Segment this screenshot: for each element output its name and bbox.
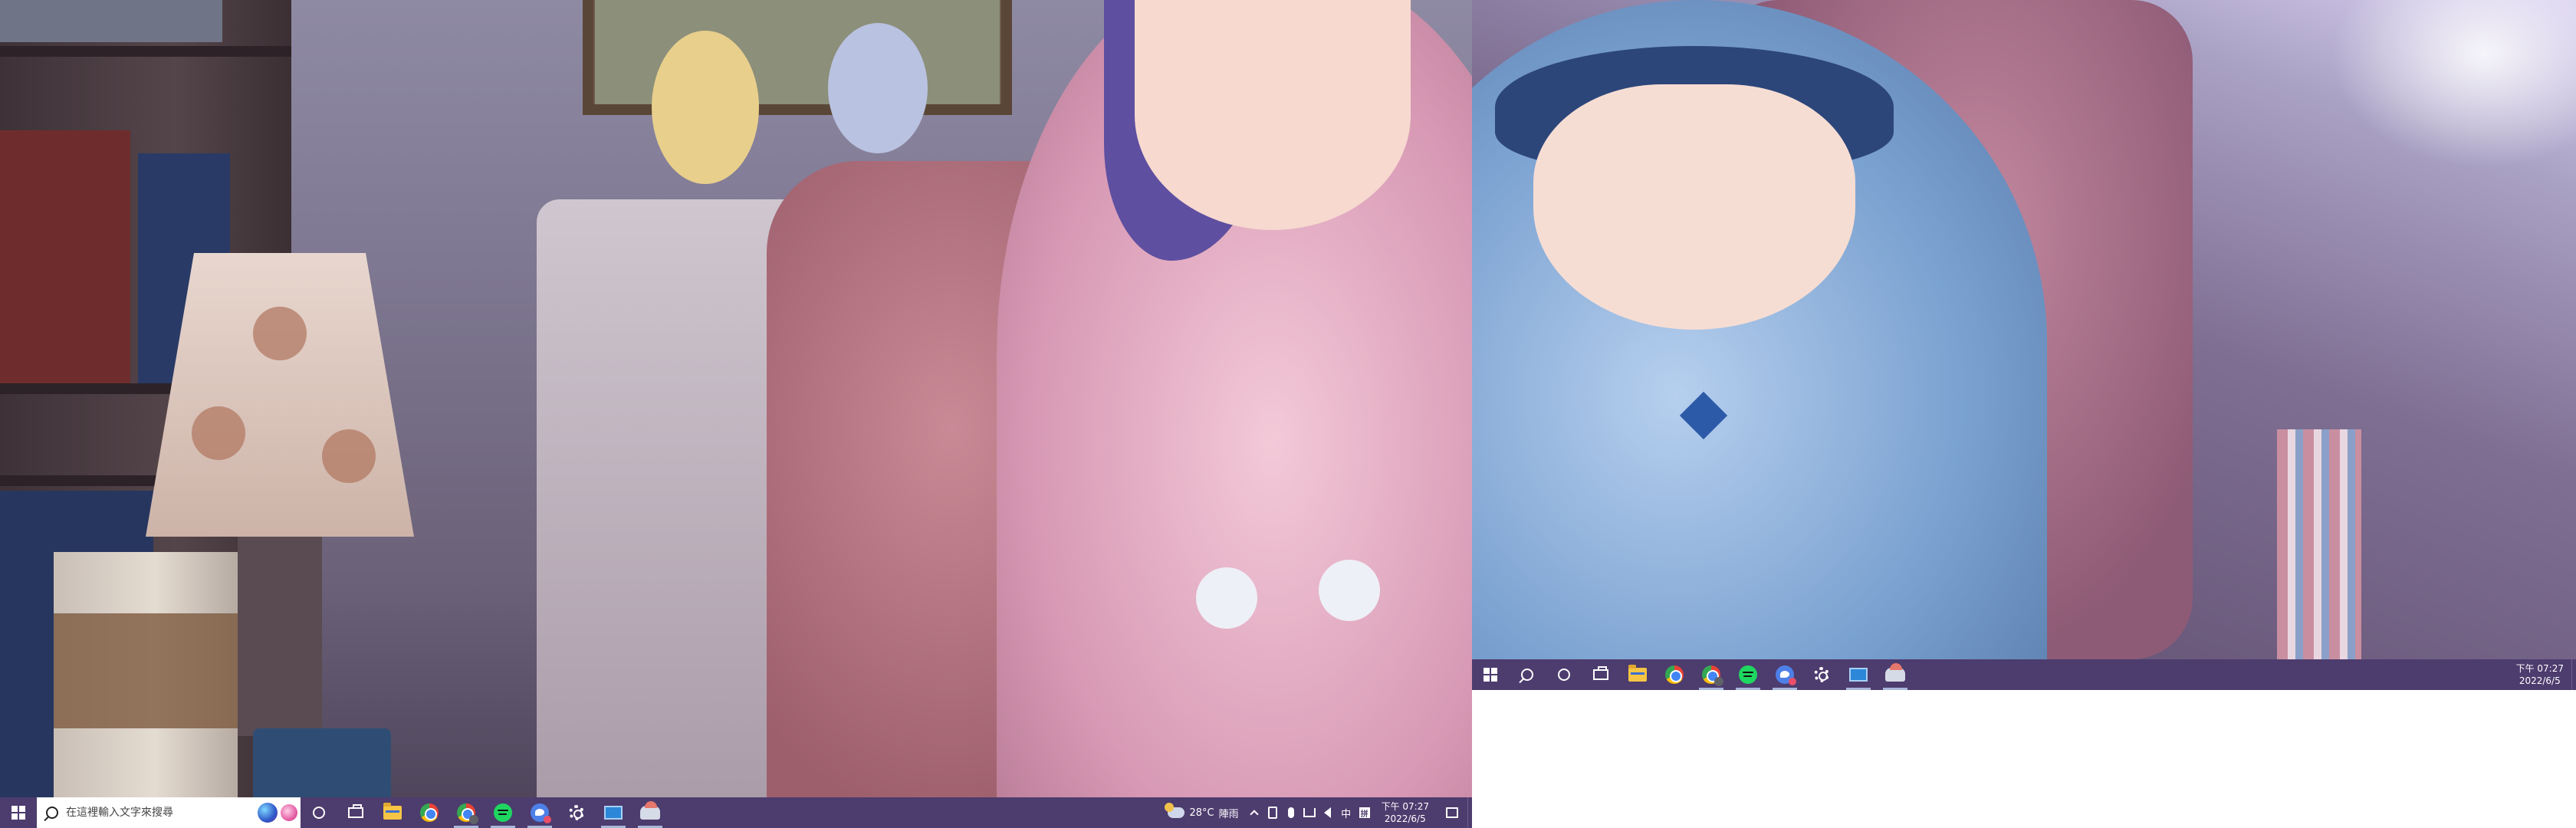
cortana-button[interactable] bbox=[301, 797, 337, 828]
search-highlight-badge-icon bbox=[281, 804, 297, 821]
start-button-secondary[interactable] bbox=[1472, 659, 1509, 690]
circle-icon bbox=[1558, 669, 1570, 681]
taskbar-app-chrome-profile[interactable] bbox=[448, 797, 485, 828]
wallpaper-left bbox=[0, 0, 1472, 828]
task-view-button[interactable] bbox=[337, 797, 374, 828]
spotify-icon bbox=[494, 803, 512, 822]
chrome-icon bbox=[420, 803, 439, 822]
speaker-icon bbox=[1324, 807, 1332, 818]
ime-language-label: 中 bbox=[1341, 808, 1352, 820]
taskbar-search[interactable] bbox=[37, 797, 301, 828]
snipping-tool-icon bbox=[1885, 663, 1905, 682]
taskbar-secondary: 下午 07:27 2022/6/5 bbox=[1472, 659, 2576, 690]
show-desktop-button[interactable] bbox=[1467, 797, 1472, 828]
taskbar-app-snipping-tool[interactable] bbox=[632, 797, 669, 828]
gear-icon bbox=[569, 805, 584, 820]
chrome-icon bbox=[1665, 665, 1684, 684]
search-button[interactable] bbox=[1509, 659, 1546, 690]
windows-logo-icon bbox=[12, 806, 25, 820]
clock-date: 2022/6/5 bbox=[1384, 813, 1426, 824]
taskbar-app-spotify[interactable] bbox=[1730, 659, 1766, 690]
chat-icon bbox=[531, 803, 551, 823]
cortana-button[interactable] bbox=[1546, 659, 1582, 690]
network-icon bbox=[1303, 808, 1316, 817]
system-tray: 28°C 陣雨 中 拼 下午 07:27 2022/6/5 bbox=[1162, 797, 1472, 828]
taskbar-primary: 28°C 陣雨 中 拼 下午 07:27 2022/6/5 bbox=[0, 797, 1472, 828]
taskbar-app-file-explorer[interactable] bbox=[374, 797, 411, 828]
tray-volume[interactable] bbox=[1319, 797, 1337, 828]
taskbar-app-chat[interactable] bbox=[1766, 659, 1803, 690]
weather-widget[interactable]: 28°C 陣雨 bbox=[1162, 797, 1244, 828]
tray-network[interactable] bbox=[1300, 797, 1319, 828]
taskbar-app-chrome-profile[interactable] bbox=[1693, 659, 1730, 690]
task-view-button[interactable] bbox=[1582, 659, 1619, 690]
folder-icon bbox=[383, 803, 402, 820]
tray-microphone[interactable] bbox=[1282, 797, 1300, 828]
taskbar-app-file-explorer[interactable] bbox=[1619, 659, 1656, 690]
taskbar-app-settings[interactable] bbox=[1803, 659, 1840, 690]
wallpaper-right bbox=[1472, 0, 2576, 659]
chat-icon bbox=[1776, 665, 1796, 685]
chrome-icon bbox=[457, 803, 478, 824]
taskbar-app-settings[interactable] bbox=[558, 797, 595, 828]
weather-temp: 28°C bbox=[1189, 807, 1214, 819]
gear-icon bbox=[1814, 667, 1829, 682]
battery-icon bbox=[1267, 807, 1277, 819]
show-hidden-icons-button[interactable] bbox=[1245, 797, 1263, 828]
microphone-icon bbox=[1287, 807, 1294, 818]
action-center-button[interactable] bbox=[1437, 797, 1467, 828]
circle-icon bbox=[313, 807, 325, 819]
tray-battery[interactable] bbox=[1263, 797, 1282, 828]
search-icon bbox=[46, 807, 58, 819]
snipping-tool-icon bbox=[640, 801, 660, 820]
search-icon bbox=[1521, 669, 1533, 681]
weather-rain-icon bbox=[1165, 803, 1185, 818]
weather-condition: 陣雨 bbox=[1218, 808, 1239, 820]
taskbar-clock[interactable]: 下午 07:27 2022/6/5 bbox=[1374, 797, 1437, 828]
taskbar-app-chrome[interactable] bbox=[411, 797, 448, 828]
clock-time: 下午 07:27 bbox=[2515, 663, 2564, 674]
taskbar-app-remote-desktop[interactable] bbox=[1840, 659, 1877, 690]
search-highlight-icon[interactable] bbox=[258, 803, 278, 823]
taskbar-app-chat[interactable] bbox=[521, 797, 558, 828]
show-desktop-button-secondary[interactable] bbox=[2571, 659, 2576, 690]
windows-logo-icon bbox=[1484, 668, 1497, 682]
taskbar-app-snipping-tool[interactable] bbox=[1877, 659, 1914, 690]
taskbar-app-spotify[interactable] bbox=[485, 797, 521, 828]
taskbar-app-chrome[interactable] bbox=[1656, 659, 1693, 690]
start-button[interactable] bbox=[0, 797, 37, 828]
desktop: 28°C 陣雨 中 拼 下午 07:27 2022/6/5 bbox=[0, 0, 2576, 828]
chevron-up-icon bbox=[1249, 810, 1259, 819]
empty-screen-area bbox=[1472, 690, 2576, 828]
search-input[interactable] bbox=[66, 807, 250, 819]
tray-ime-mode[interactable]: 拼 bbox=[1355, 797, 1374, 828]
task-view-icon bbox=[348, 804, 363, 818]
taskbar-clock-secondary[interactable]: 下午 07:27 2022/6/5 bbox=[2509, 659, 2571, 690]
notification-icon bbox=[1446, 807, 1458, 818]
folder-icon bbox=[1628, 665, 1647, 682]
clock-time: 下午 07:27 bbox=[1381, 801, 1429, 812]
remote-desktop-icon bbox=[1849, 668, 1868, 682]
clock-date: 2022/6/5 bbox=[2518, 675, 2561, 686]
spotify-icon bbox=[1739, 665, 1757, 684]
taskbar-app-remote-desktop[interactable] bbox=[595, 797, 632, 828]
chrome-icon bbox=[1702, 665, 1723, 686]
remote-desktop-icon bbox=[604, 806, 623, 820]
tray-ime-language[interactable]: 中 bbox=[1337, 797, 1355, 828]
task-view-icon bbox=[1593, 666, 1608, 680]
ime-mode-icon: 拼 bbox=[1359, 807, 1370, 819]
